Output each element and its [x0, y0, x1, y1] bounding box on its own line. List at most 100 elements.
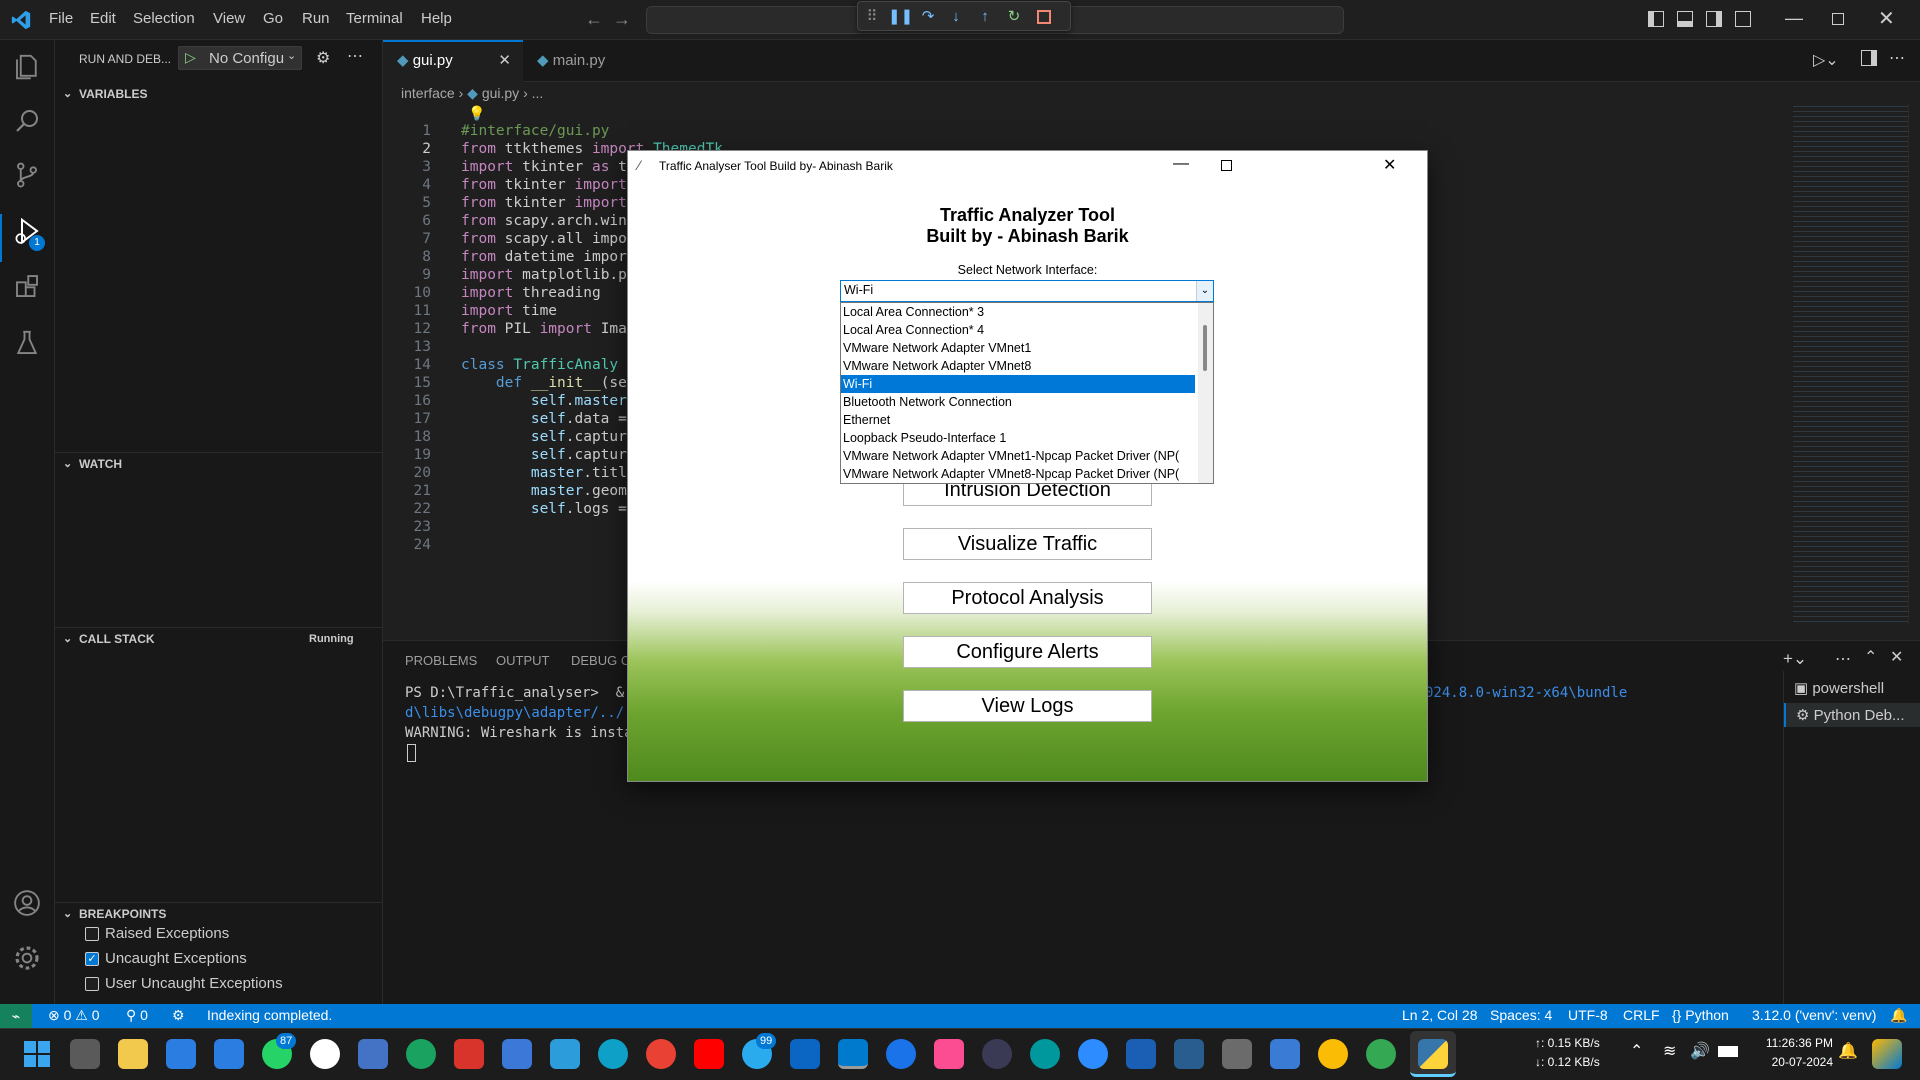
- volume-icon[interactable]: 🔊: [1690, 1041, 1710, 1061]
- close-panel-icon[interactable]: ✕: [1890, 647, 1903, 667]
- scrollbar-thumb[interactable]: [1203, 325, 1207, 371]
- terminal-list-item-active[interactable]: ⚙ Python Deb...: [1784, 703, 1920, 727]
- close-tab-icon[interactable]: ✕: [498, 42, 511, 80]
- breadcrumb-folder[interactable]: interface: [401, 85, 455, 101]
- watch-section-header[interactable]: ⌄ WATCH: [55, 452, 383, 474]
- interface-option[interactable]: VMware Network Adapter VMnet1: [841, 339, 1195, 357]
- accounts-icon[interactable]: [12, 888, 42, 918]
- breakpoint-checkbox[interactable]: [85, 977, 99, 991]
- youtube-icon[interactable]: [694, 1039, 724, 1069]
- remote-indicator-icon[interactable]: ⌁: [0, 1004, 32, 1028]
- interface-combobox[interactable]: Wi-Fi ⌄: [840, 280, 1214, 302]
- cursor-position[interactable]: Ln 2, Col 28: [1402, 1007, 1478, 1023]
- clock-date[interactable]: 20-07-2024: [1757, 1055, 1833, 1069]
- restart-icon[interactable]: ↻: [1004, 7, 1024, 27]
- lightbulb-icon[interactable]: 💡: [468, 105, 485, 122]
- configure-alerts-button[interactable]: Configure Alerts: [903, 636, 1152, 668]
- menu-item-help[interactable]: Help: [421, 10, 452, 27]
- pause-icon[interactable]: ❚❚: [888, 7, 913, 27]
- menu-item-go[interactable]: Go: [263, 10, 283, 27]
- interface-option[interactable]: Wi-Fi: [841, 375, 1195, 393]
- interface-option[interactable]: VMware Network Adapter VMnet8-Npcap Pack…: [841, 465, 1195, 483]
- ports-status[interactable]: ⚲ 0: [126, 1007, 148, 1024]
- battery-icon[interactable]: [1718, 1046, 1738, 1057]
- view-logs-button[interactable]: View Logs: [903, 690, 1152, 722]
- skype-icon[interactable]: [406, 1039, 436, 1069]
- source-control-icon[interactable]: [12, 160, 42, 190]
- toggle-panel-icon[interactable]: [1677, 11, 1693, 27]
- task-view-icon[interactable]: [70, 1039, 100, 1069]
- interface-option[interactable]: VMware Network Adapter VMnet8: [841, 357, 1195, 375]
- menu-item-run[interactable]: Run: [302, 10, 330, 27]
- notifications-icon[interactable]: 🔔: [1838, 1041, 1858, 1061]
- restore-icon[interactable]: [1832, 13, 1844, 25]
- breadcrumb-symbol[interactable]: ...: [532, 85, 544, 101]
- protocol-analysis-button[interactable]: Protocol Analysis: [903, 582, 1152, 614]
- menu-item-view[interactable]: View: [213, 10, 245, 27]
- start-debugging-icon[interactable]: ▷: [185, 49, 196, 66]
- maximize-panel-icon[interactable]: ⌃: [1864, 647, 1877, 667]
- language-mode[interactable]: {} Python: [1672, 1007, 1729, 1023]
- problems-status[interactable]: ⊗ 0 ⚠ 0: [48, 1007, 100, 1024]
- interface-option[interactable]: Bluetooth Network Connection: [841, 393, 1195, 411]
- drag-handle-icon[interactable]: ⠿: [862, 7, 882, 27]
- menu-item-selection[interactable]: Selection: [133, 10, 195, 27]
- breadcrumb-file[interactable]: gui.py: [482, 85, 519, 101]
- calculator-icon[interactable]: [358, 1039, 388, 1069]
- interface-option[interactable]: Local Area Connection* 4: [841, 321, 1195, 339]
- toggle-primary-sidebar-icon[interactable]: [1648, 11, 1664, 27]
- run-python-file-icon[interactable]: ▷⌄: [1813, 50, 1839, 70]
- acrobat-icon[interactable]: [454, 1039, 484, 1069]
- windows-start-icon[interactable]: [22, 1039, 52, 1069]
- vscode-taskbar-icon[interactable]: [838, 1039, 868, 1069]
- visualize-traffic-button[interactable]: Visualize Traffic: [903, 528, 1152, 560]
- interface-option[interactable]: VMware Network Adapter VMnet1-Npcap Pack…: [841, 447, 1195, 465]
- chrome-profile-icon[interactable]: [1318, 1039, 1348, 1069]
- toggle-secondary-sidebar-icon[interactable]: [1706, 11, 1722, 27]
- translate-icon[interactable]: [886, 1039, 916, 1069]
- settings-app-icon[interactable]: [502, 1039, 532, 1069]
- breakpoint-checkbox[interactable]: [85, 927, 99, 941]
- window-title-bar[interactable]: ⁄ Traffic Analyser Tool Build by- Abinas…: [628, 151, 1427, 181]
- interface-option[interactable]: Ethernet: [841, 411, 1195, 429]
- editor-more-actions-icon[interactable]: ⋯: [1889, 48, 1905, 68]
- zoom-icon[interactable]: [1078, 1039, 1108, 1069]
- remote-desktop-icon[interactable]: [1174, 1039, 1204, 1069]
- forward-arrow-icon[interactable]: →: [613, 9, 631, 30]
- new-terminal-icon[interactable]: +⌄: [1783, 649, 1807, 669]
- chrome-profile-2-icon[interactable]: [1366, 1039, 1396, 1069]
- calculator-app-icon[interactable]: [1222, 1039, 1252, 1069]
- chrome-icon[interactable]: [646, 1039, 676, 1069]
- settings-gear-icon[interactable]: [12, 943, 42, 973]
- encoding[interactable]: UTF-8: [1568, 1007, 1608, 1023]
- linkedin-icon[interactable]: [790, 1039, 820, 1069]
- minimize-icon[interactable]: —: [1785, 8, 1803, 29]
- customize-layout-icon[interactable]: [1735, 11, 1751, 27]
- microsoft-store-icon[interactable]: [166, 1039, 196, 1069]
- variables-section-header[interactable]: ⌄ VARIABLES: [55, 83, 383, 105]
- screen-snip-icon[interactable]: [550, 1039, 580, 1069]
- more-actions-icon[interactable]: ⋯: [347, 46, 363, 66]
- close-icon[interactable]: ✕: [1383, 155, 1396, 175]
- line-ending[interactable]: CRLF: [1623, 1007, 1660, 1023]
- extensions-icon[interactable]: [12, 271, 42, 301]
- tab-gui-py[interactable]: ◆ gui.py ✕: [383, 40, 523, 82]
- interface-option[interactable]: Local Area Connection* 3: [841, 303, 1195, 321]
- dropdown-arrow-icon[interactable]: ⌄: [1196, 281, 1213, 301]
- python-app-taskbar-item[interactable]: [1410, 1031, 1456, 1077]
- call-stack-section-header[interactable]: ⌄ CALL STACK Running: [55, 627, 383, 649]
- editor-scrollbar[interactable]: [1908, 104, 1920, 624]
- explorer-icon[interactable]: [12, 52, 42, 82]
- show-hidden-icons-icon[interactable]: ⌃: [1630, 1041, 1643, 1061]
- eclipse-icon[interactable]: [982, 1039, 1012, 1069]
- wifi-icon[interactable]: ≋: [1663, 1041, 1676, 1061]
- menu-item-terminal[interactable]: Terminal: [346, 10, 403, 27]
- arduino-icon[interactable]: [1030, 1039, 1060, 1069]
- testing-flask-icon[interactable]: [12, 328, 42, 358]
- intellij-icon[interactable]: [934, 1039, 964, 1069]
- minimize-icon[interactable]: —: [1173, 155, 1189, 173]
- notifications-bell-icon[interactable]: 🔔: [1890, 1007, 1907, 1024]
- step-out-icon[interactable]: ↑: [975, 7, 995, 27]
- search-icon[interactable]: [12, 106, 42, 136]
- whatsapp-alt-icon[interactable]: [310, 1039, 340, 1069]
